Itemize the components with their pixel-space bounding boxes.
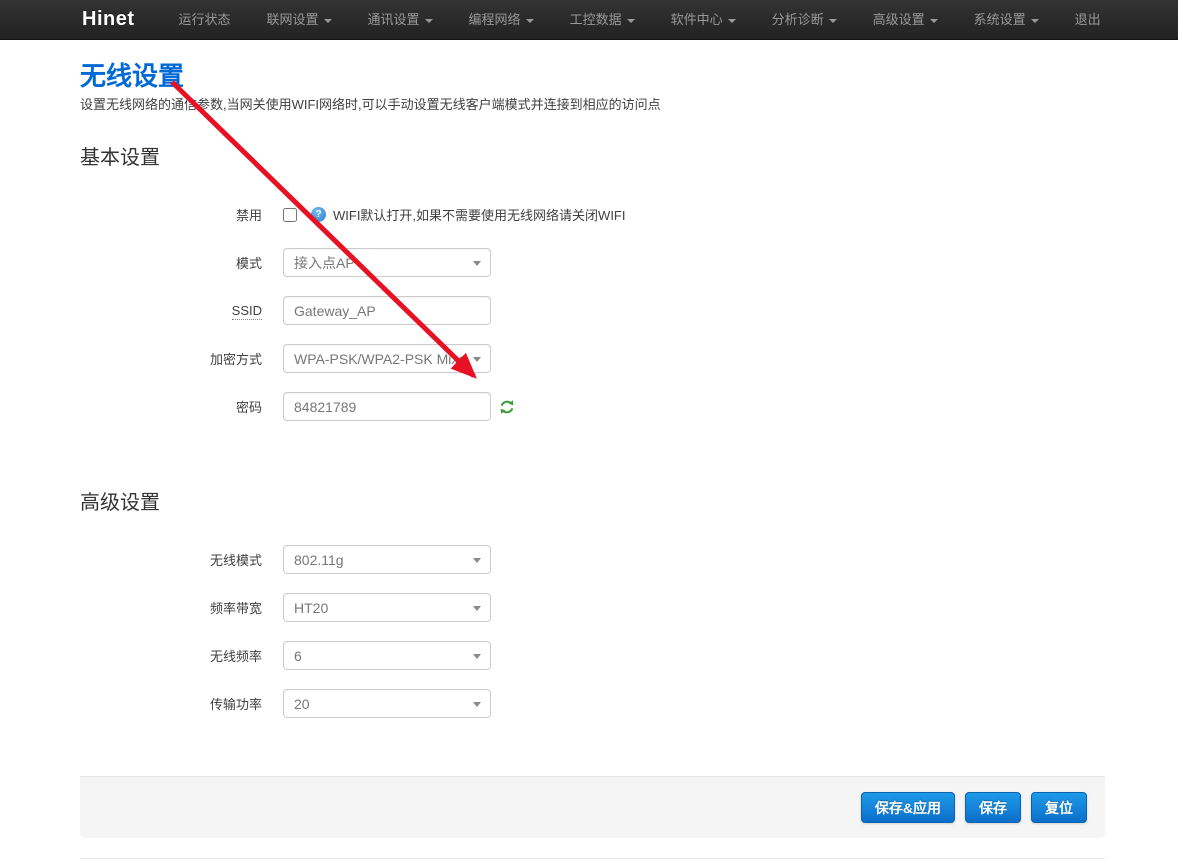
chevron-down-icon [526,19,534,23]
wireless-mode-select-value: 802.11g [294,552,466,568]
mode-select[interactable]: 接入点AP [283,248,491,277]
chevron-down-icon [930,19,938,23]
chevron-down-icon [473,654,481,659]
channel-select-value: 6 [294,648,466,664]
page-title: 无线设置 [80,60,1105,92]
tx-power-label: 传输功率 [80,694,262,713]
password-input[interactable] [283,392,491,421]
disable-wifi-checkbox[interactable] [283,208,297,222]
nav-item-label: 编程网络 [469,0,521,40]
nav-item-label: 退出 [1075,0,1101,40]
encryption-select-value: WPA-PSK/WPA2-PSK Mixed Mode [294,351,466,367]
bandwidth-label: 频率带宽 [80,598,262,617]
save-apply-button[interactable]: 保存&应用 [861,792,955,823]
nav-item-label: 联网设置 [267,0,319,40]
nav-item-programming-network[interactable]: 编程网络 [460,0,543,40]
ssid-label: SSID [80,303,262,318]
chevron-down-icon [324,19,332,23]
mode-label: 模式 [80,253,262,272]
nav-item-label: 通讯设置 [368,0,420,40]
footer-action-bar: 保存&应用 保存 复位 [80,776,1105,838]
page-description: 设置无线网络的通信参数,当网关使用WIFI网络时,可以手动设置无线客户端模式并连… [80,96,1105,114]
chevron-down-icon [473,606,481,611]
nav-item-label: 系统设置 [974,0,1026,40]
reset-button[interactable]: 复位 [1031,792,1087,823]
bandwidth-select-value: HT20 [294,600,466,616]
nav-item-label: 分析诊断 [772,0,824,40]
mode-select-value: 接入点AP [294,253,466,273]
bandwidth-row: 频率带宽 HT20 [80,593,1105,622]
nav-item-network-settings[interactable]: 联网设置 [258,0,341,40]
generate-password-refresh-icon[interactable] [499,399,515,415]
tx-power-select-value: 20 [294,696,466,712]
nav-item-comm-settings[interactable]: 通讯设置 [359,0,442,40]
wireless-mode-select[interactable]: 802.11g [283,545,491,574]
nav-item-label: 工控数据 [570,0,622,40]
nav-item-software-center[interactable]: 软件中心 [662,0,745,40]
nav-item-logout[interactable]: 退出 [1066,0,1110,40]
channel-select[interactable]: 6 [283,641,491,670]
wireless-mode-row: 无线模式 802.11g [80,545,1105,574]
disable-row: 禁用 ? WIFI默认打开,如果不需要使用无线网络请关闭WIFI [80,200,1105,229]
nav-item-label: 高级设置 [873,0,925,40]
nav-item-advanced-settings[interactable]: 高级设置 [864,0,947,40]
nav-item-industrial-data[interactable]: 工控数据 [561,0,644,40]
channel-row: 无线频率 6 [80,641,1105,670]
nav-item-system-settings[interactable]: 系统设置 [965,0,1048,40]
chevron-down-icon [473,357,481,362]
chevron-down-icon [728,19,736,23]
help-icon: ? [311,207,326,222]
chevron-down-icon [627,19,635,23]
bandwidth-select[interactable]: HT20 [283,593,491,622]
save-button[interactable]: 保存 [965,792,1021,823]
chevron-down-icon [1031,19,1039,23]
ssid-label-text: SSID [232,303,262,320]
brand-logo[interactable]: Hinet [82,8,135,31]
chevron-down-icon [425,19,433,23]
disable-label: 禁用 [80,205,262,224]
channel-label: 无线频率 [80,646,262,665]
chevron-down-icon [829,19,837,23]
wireless-mode-label: 无线模式 [80,550,262,569]
password-label: 密码 [80,397,262,416]
tx-power-row: 传输功率 20 [80,689,1105,718]
nav-item-running-status[interactable]: 运行状态 [170,0,240,40]
page-content: 无线设置 设置无线网络的通信参数,当网关使用WIFI网络时,可以手动设置无线客户… [80,60,1105,718]
top-navbar: Hinet 运行状态 联网设置 通讯设置 编程网络 工控数据 软件中心 分析诊断… [0,0,1178,40]
nav-item-analysis-diagnosis[interactable]: 分析诊断 [763,0,846,40]
tx-power-select[interactable]: 20 [283,689,491,718]
mode-row: 模式 接入点AP [80,248,1105,277]
password-row: 密码 [80,392,1105,421]
encryption-select[interactable]: WPA-PSK/WPA2-PSK Mixed Mode [283,344,491,373]
section-advanced-settings: 高级设置 无线模式 802.11g 频率带宽 HT20 无线频率 6 [80,491,1105,718]
encryption-label: 加密方式 [80,349,262,368]
nav-item-label: 软件中心 [671,0,723,40]
nav-item-label: 运行状态 [179,0,231,40]
disable-hint-text: WIFI默认打开,如果不需要使用无线网络请关闭WIFI [333,205,625,224]
section-basic-settings: 基本设置 禁用 ? WIFI默认打开,如果不需要使用无线网络请关闭WIFI 模式… [80,146,1105,421]
chevron-down-icon [473,558,481,563]
encryption-row: 加密方式 WPA-PSK/WPA2-PSK Mixed Mode [80,344,1105,373]
chevron-down-icon [473,702,481,707]
ssid-input[interactable] [283,296,491,325]
advanced-settings-heading: 高级设置 [80,491,1105,515]
chevron-down-icon [473,261,481,266]
basic-settings-heading: 基本设置 [80,146,1105,170]
ssid-row: SSID [80,296,1105,325]
